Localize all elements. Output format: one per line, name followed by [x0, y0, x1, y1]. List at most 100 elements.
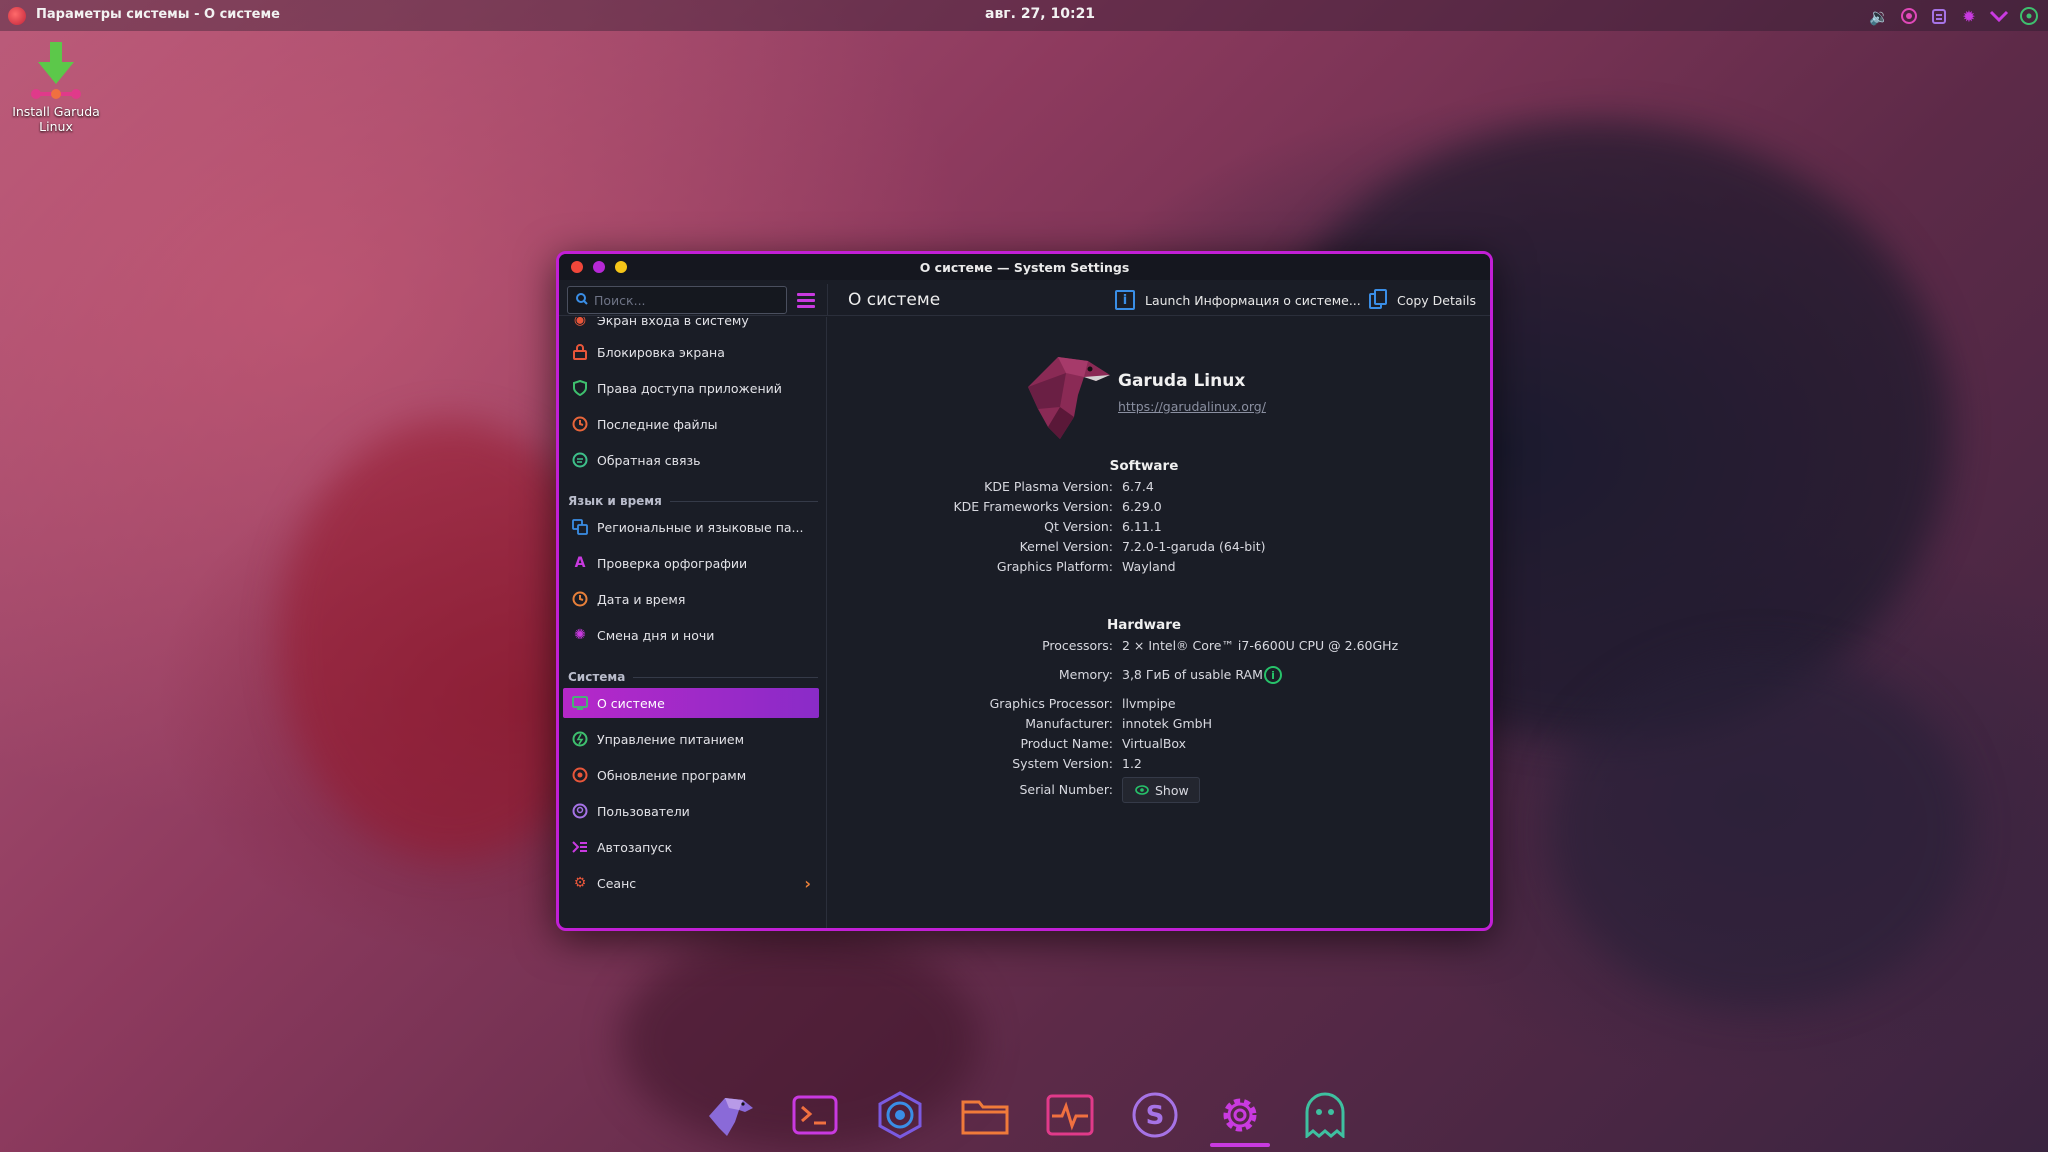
close-button[interactable] [571, 261, 583, 273]
software-heading: Software [1109, 458, 1179, 474]
sidebar-item-recent-files[interactable]: Последние файлы [563, 409, 819, 439]
row-value: 1.2 [1122, 756, 1142, 771]
row-system-version: System Version: 1.2 [828, 756, 1490, 776]
network-icon[interactable] [2018, 5, 2040, 27]
sidebar-item-night-light[interactable]: ✺ Смена дня и ночи [563, 620, 819, 650]
clipboard-icon[interactable] [1928, 5, 1950, 27]
sidebar-item-spellcheck[interactable]: A Проверка орфографии [563, 548, 819, 578]
row-key: Kernel Version: [1019, 539, 1113, 554]
translate-icon [571, 518, 589, 536]
row-key: KDE Plasma Version: [984, 479, 1113, 494]
row-key: System Version: [1012, 756, 1113, 771]
row-kde-frameworks: KDE Frameworks Version: 6.29.0 [828, 499, 1490, 519]
sidebar-item-label: Дата и время [597, 591, 686, 607]
spotify-like-icon[interactable] [1898, 5, 1920, 27]
distro-url-link[interactable]: https://garudalinux.org/ [1118, 399, 1266, 414]
row-key: Graphics Platform: [996, 559, 1113, 574]
system-monitor-icon[interactable] [1036, 1085, 1104, 1145]
row-value: 2 × Intel® Core™ i7-6600U CPU @ 2.60GHz [1122, 638, 1399, 653]
sidebar-item-autostart[interactable]: Автозапуск [563, 832, 819, 862]
search-box[interactable] [567, 286, 787, 314]
about-content: Garuda Linux https://garudalinux.org/ So… [828, 317, 1490, 928]
section-label: Язык и время [568, 494, 662, 508]
settings-gear-icon[interactable] [1206, 1085, 1274, 1147]
clock-icon [571, 590, 589, 608]
sidebar-item-login-screen[interactable]: ◉ Экран входа в систему [563, 317, 819, 335]
row-key: Processors: [1042, 638, 1113, 653]
sidebar-item-label: Последние файлы [597, 416, 718, 432]
app-icon[interactable] [8, 7, 26, 25]
svg-text:S: S [1146, 1101, 1165, 1131]
row-key: Manufacturer: [1025, 716, 1113, 731]
shield-icon [571, 379, 589, 397]
window-titlebar[interactable]: О системе — System Settings [559, 254, 1490, 280]
volume-icon[interactable]: 🔉 [1868, 5, 1890, 27]
sidebar-item-about[interactable]: О системе [563, 688, 819, 718]
memory-info-icon[interactable]: i [1264, 666, 1282, 684]
chevron-down-icon[interactable] [1988, 5, 2010, 27]
sidebar-item-label: Региональные и языковые па... [597, 519, 804, 535]
garuda-eagle-icon[interactable] [696, 1085, 764, 1145]
sidebar-item-label: Смена дня и ночи [597, 627, 715, 643]
show-serial-button[interactable]: Show [1122, 777, 1200, 803]
toolbar: О системе i Launch Информация о системе.… [559, 280, 1490, 316]
sidebar-item-power[interactable]: Управление питанием [563, 724, 819, 754]
window-title: О системе — System Settings [919, 259, 1130, 275]
session-gear-icon: ⚙ [573, 875, 587, 891]
sidebar-item-label: Блокировка экрана [597, 344, 725, 360]
row-key: Serial Number: [1019, 782, 1113, 797]
row-key: KDE Frameworks Version: [953, 499, 1113, 514]
sidebar: ◉ Экран входа в систему Блокировка экран… [559, 317, 827, 928]
sidebar-item-lock-screen[interactable]: Блокировка экрана [563, 337, 819, 367]
sidebar-item-label: Права доступа приложений [597, 380, 782, 396]
sun-icon: ✺ [574, 627, 586, 643]
row-processors: Processors: 2 × Intel® Core™ i7-6600U CPU… [828, 638, 1490, 658]
minimize-button[interactable] [615, 261, 627, 273]
row-memory: Memory: 3,8 ГиБ of usable RAM i [828, 666, 1490, 687]
brightness-icon[interactable]: ✹ [1958, 5, 1980, 27]
active-window-title: Параметры системы - О системе [36, 7, 280, 22]
terminal-icon[interactable] [781, 1085, 849, 1145]
clock[interactable]: авг. 27, 10:21 [985, 6, 1095, 22]
row-manufacturer: Manufacturer: innotek GmbH [828, 716, 1490, 736]
search-input[interactable] [594, 292, 774, 308]
sidebar-item-updates[interactable]: Обновление программ [563, 760, 819, 790]
sidebar-item-app-permissions[interactable]: Права доступа приложений [563, 373, 819, 403]
eye-icon [1135, 783, 1149, 798]
copy-details-button[interactable]: Copy Details [1369, 286, 1476, 314]
desktop-install-garuda[interactable]: Install Garuda Linux [10, 40, 102, 134]
section-language-time: Язык и время [568, 494, 818, 508]
ghost-icon[interactable] [1291, 1085, 1359, 1145]
sidebar-item-regional[interactable]: Региональные и языковые па... [563, 512, 819, 542]
row-key: Qt Version: [1044, 519, 1113, 534]
sidebar-item-label: Проверка орфографии [597, 555, 748, 571]
row-serial-number: Serial Number: Show [828, 777, 1490, 803]
sidebar-item-session[interactable]: ⚙ Сеанс › [563, 868, 819, 898]
garuda-logo [1018, 347, 1114, 443]
sidebar-item-label: Обновление программ [597, 767, 747, 783]
spellcheck-icon: A [574, 555, 586, 571]
sidebar-item-users[interactable]: Пользователи [563, 796, 819, 826]
copy-icon [1369, 288, 1387, 312]
row-value: 6.7.4 [1122, 479, 1154, 494]
s-app-icon[interactable]: S [1121, 1085, 1189, 1145]
folder-icon[interactable] [951, 1085, 1019, 1145]
row-kde-plasma: KDE Plasma Version: 6.7.4 [828, 479, 1490, 499]
hamburger-menu-icon[interactable] [795, 289, 817, 311]
row-graphics-processor: Graphics Processor: llvmpipe [828, 696, 1490, 716]
launch-info-button[interactable]: i Launch Информация о системе... [1115, 286, 1361, 314]
sidebar-item-date-time[interactable]: Дата и время [563, 584, 819, 614]
system-tray: 🔉 ✹ [1868, 5, 2040, 27]
sidebar-item-label: Автозапуск [597, 839, 673, 855]
dock: S [696, 1085, 1359, 1147]
page-title: О системе [848, 290, 941, 310]
wallpaper-dragon-teeth [1550, 650, 1970, 1010]
row-value: llvmpipe [1122, 696, 1176, 711]
top-panel: Параметры системы - О системе авг. 27, 1… [0, 0, 2048, 31]
browser-icon[interactable] [866, 1085, 934, 1145]
install-download-icon [26, 40, 86, 104]
sidebar-item-feedback[interactable]: Обратная связь [563, 445, 819, 475]
maximize-button[interactable] [593, 261, 605, 273]
chat-icon [571, 451, 589, 469]
row-value: 6.29.0 [1122, 499, 1162, 514]
